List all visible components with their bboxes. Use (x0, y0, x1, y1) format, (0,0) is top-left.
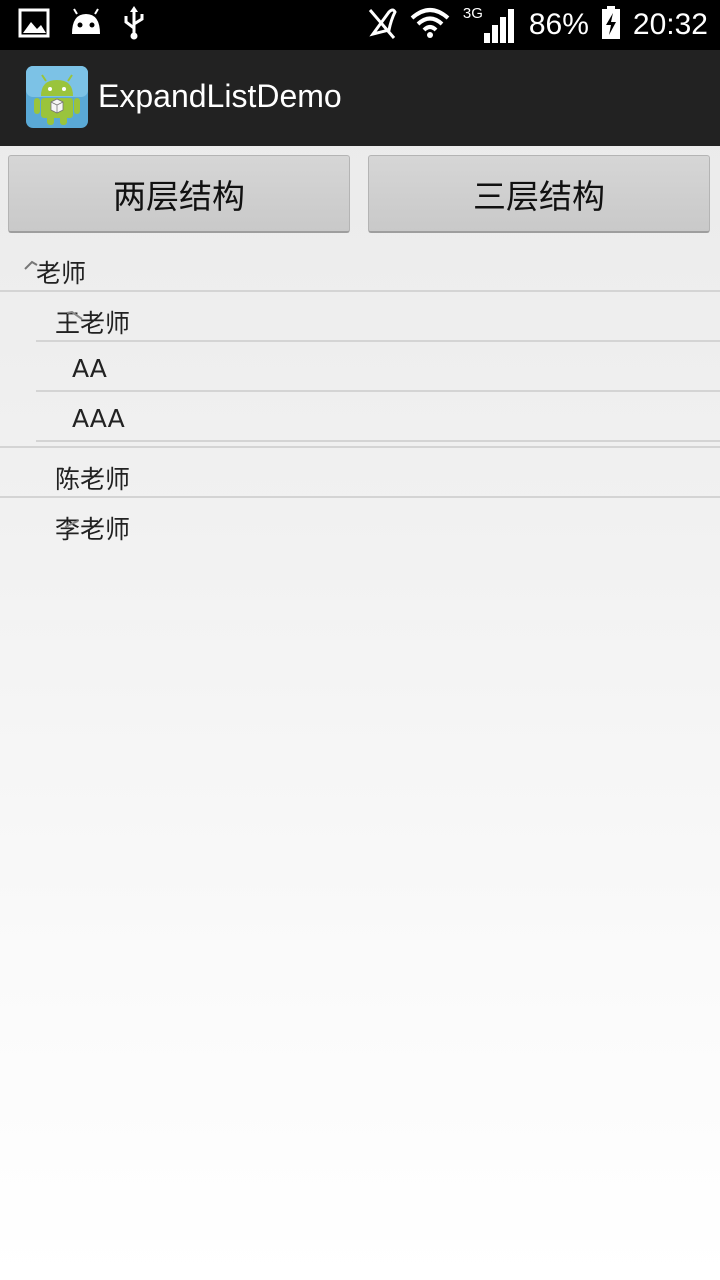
leaf-row-aaa[interactable]: AAA (0, 392, 720, 442)
wifi-icon (409, 6, 451, 44)
collapsed-indicator-icon (64, 514, 80, 533)
child-label-chen: 陈老师 (55, 465, 131, 494)
leaf-row-aa[interactable]: AA (0, 342, 720, 392)
leaf-label-aaa: AAA (72, 404, 125, 433)
group-label-teachers: 老师 (36, 259, 87, 288)
two-level-button[interactable]: 两层结构 (8, 155, 350, 233)
android-app-icon[interactable] (26, 66, 88, 128)
three-level-button[interactable]: 三层结构 (368, 155, 710, 233)
battery-charging-icon (601, 6, 621, 44)
battery-percent: 86% (528, 8, 589, 41)
action-bar: ExpandListDemo (0, 50, 720, 146)
group-row-teachers[interactable]: 老师 (0, 242, 720, 292)
status-bar: 3G 86% 20:32 (0, 0, 720, 50)
child-row-li[interactable]: 李老师 (0, 498, 720, 548)
android-icon (68, 8, 104, 42)
mute-icon (367, 6, 397, 44)
network-type-label: 3G (462, 5, 483, 22)
usb-icon (122, 6, 146, 44)
image-icon (18, 7, 50, 43)
clock: 20:32 (632, 8, 708, 41)
expanded-indicator-icon (66, 306, 84, 325)
app-title: ExpandListDemo (98, 78, 342, 114)
signal-icon (483, 7, 517, 47)
child-row-chen[interactable]: 陈老师 (0, 448, 720, 498)
leaf-label-aa: AA (72, 354, 107, 383)
child-row-wang[interactable]: 王老师 (0, 292, 720, 342)
divider (36, 440, 720, 442)
